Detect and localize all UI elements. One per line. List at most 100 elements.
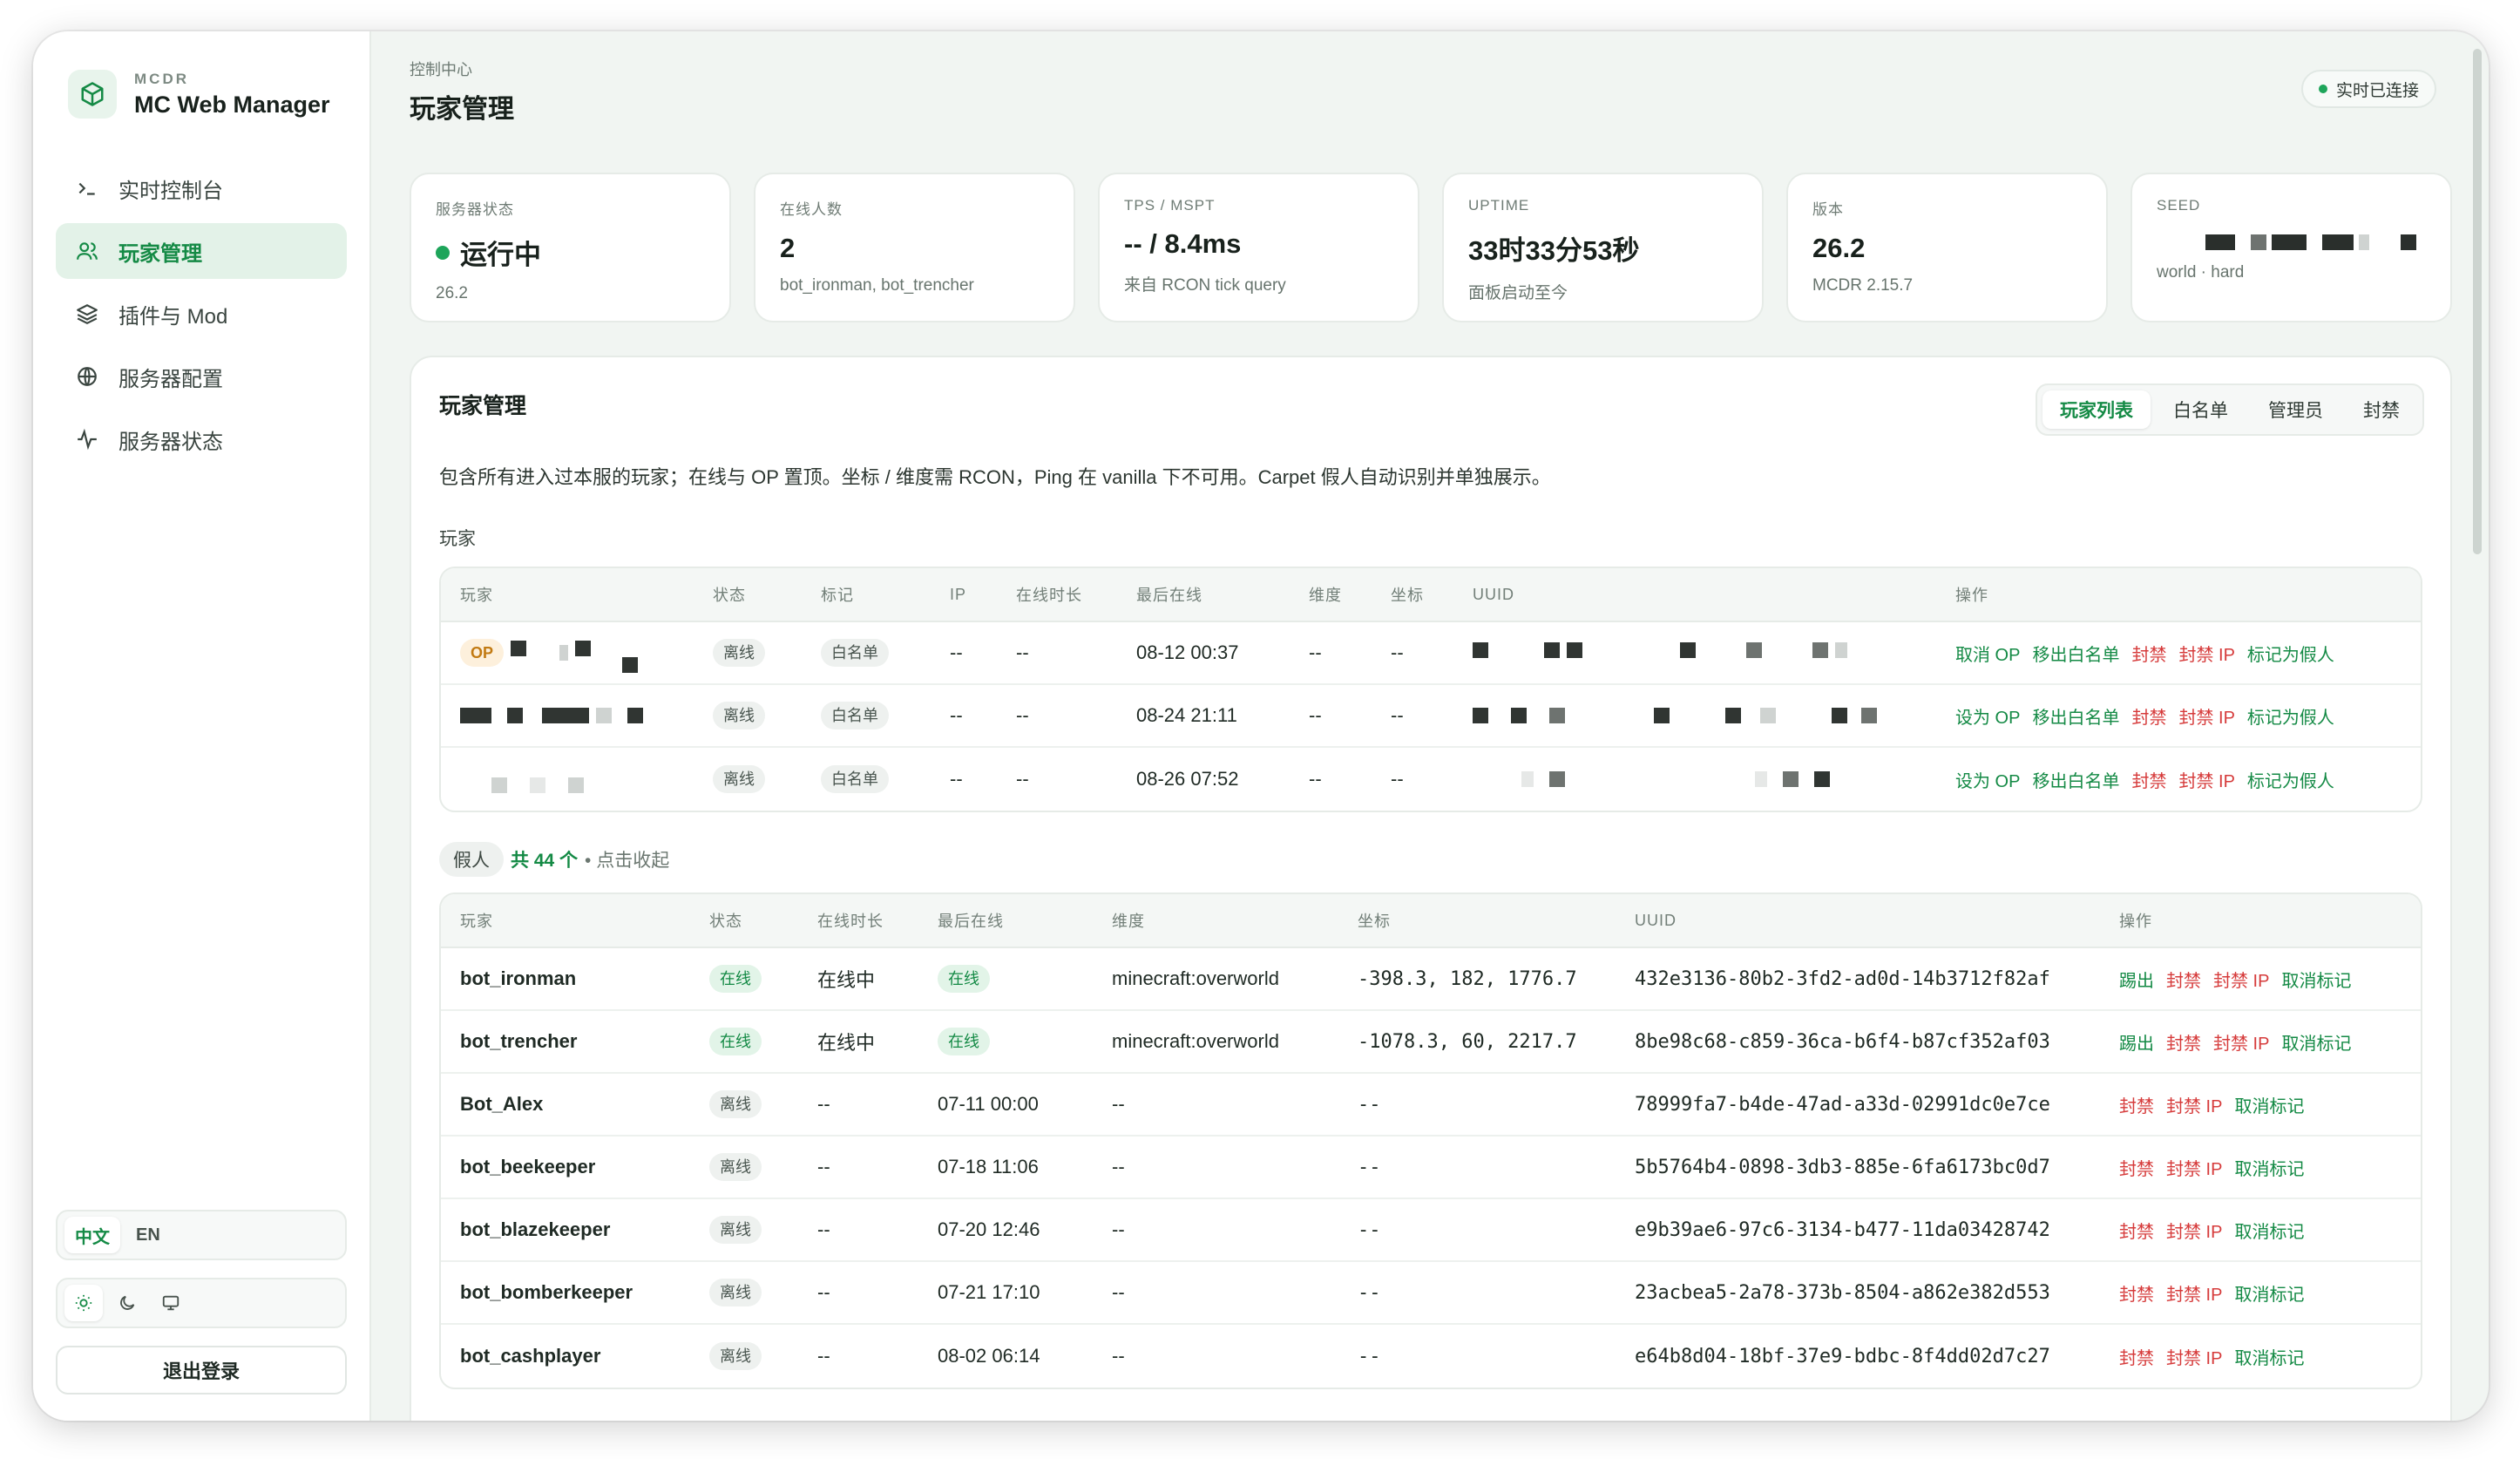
- unmark-button[interactable]: 取消标记: [2281, 972, 2351, 991]
- redacted-block: [1812, 642, 1828, 658]
- sidebar-item-plugins[interactable]: 插件与 Mod: [56, 286, 347, 342]
- ban-button[interactable]: 封禁: [2119, 1097, 2154, 1116]
- monitor-icon[interactable]: [152, 1285, 190, 1321]
- tab-whitelist[interactable]: 白名单: [2156, 390, 2246, 429]
- sidebar-item-players[interactable]: 玩家管理: [56, 223, 347, 279]
- moon-icon[interactable]: [108, 1285, 146, 1321]
- last-online-cell: 08-26 07:52: [1136, 768, 1239, 790]
- sidebar-item-config[interactable]: 服务器配置: [56, 349, 347, 404]
- redacted-block: [596, 708, 612, 723]
- logout-button[interactable]: 退出登录: [56, 1346, 347, 1395]
- tab-player-list[interactable]: 玩家列表: [2042, 390, 2151, 429]
- sidebar-item-console[interactable]: 实时控制台: [56, 160, 347, 216]
- redacted-block: [542, 708, 589, 723]
- connection-status-text: 实时已连接: [2335, 81, 2419, 100]
- ban-button[interactable]: 封禁: [2119, 1223, 2154, 1242]
- status-badge: 离线: [709, 1216, 762, 1244]
- ban-button[interactable]: 封禁: [2119, 1349, 2154, 1368]
- unmark-button[interactable]: 取消标记: [2234, 1349, 2304, 1368]
- tab-admins[interactable]: 管理员: [2251, 390, 2340, 429]
- scrollbar[interactable]: [2473, 49, 2482, 554]
- redacted-block: [622, 657, 639, 673]
- redacted-block: [1814, 771, 1830, 787]
- fake-players-toggle[interactable]: 假人 共 44 个 • 点击收起: [439, 842, 681, 877]
- column-header: 玩家: [441, 568, 694, 622]
- remove-whitelist-button[interactable]: 移出白名单: [2032, 772, 2119, 791]
- last-online-cell: 07-18 11:06: [918, 1137, 1093, 1199]
- unmark-button[interactable]: 取消标记: [2281, 1035, 2351, 1054]
- kick-button[interactable]: 踢出: [2119, 1035, 2154, 1054]
- ban-ip-button[interactable]: 封禁 IP: [2178, 772, 2234, 791]
- stat-sub: bot_ironman, bot_trencher: [780, 276, 974, 295]
- status-cell: 在线: [690, 948, 798, 1011]
- mark-fake-button[interactable]: 标记为假人: [2247, 709, 2334, 728]
- mark-fake-button[interactable]: 标记为假人: [2247, 646, 2334, 665]
- redacted-block: [1549, 708, 1565, 723]
- ban-ip-button[interactable]: 封禁 IP: [2166, 1286, 2222, 1305]
- ban-ip-button[interactable]: 封禁 IP: [2166, 1160, 2222, 1179]
- column-header: 最后在线: [918, 894, 1093, 948]
- sun-icon[interactable]: [64, 1285, 103, 1321]
- lang-zh-button[interactable]: 中文: [64, 1217, 120, 1253]
- remove-whitelist-button[interactable]: 移出白名单: [2032, 646, 2119, 665]
- seed-redacted: [2157, 234, 2426, 251]
- uuid-cell: 5b5764b4-0898-3db3-885e-6fa6173bc0d7: [1616, 1137, 2100, 1199]
- ban-ip-button[interactable]: 封禁 IP: [2178, 709, 2234, 728]
- cube-icon: [68, 70, 117, 119]
- coord-cell: --: [1372, 622, 1453, 685]
- ban-button[interactable]: 封禁: [2166, 972, 2201, 991]
- sidebar-item-status[interactable]: 服务器状态: [56, 411, 347, 467]
- mark-cell: 白名单: [802, 685, 931, 748]
- fake-players-body: bot_ironman 在线 在线中 在线 minecraft:overworld -39…: [441, 948, 2421, 1388]
- uuid-redacted: [1473, 771, 1936, 787]
- ban-ip-button[interactable]: 封禁 IP: [2166, 1097, 2222, 1116]
- ban-button[interactable]: 封禁: [2119, 1160, 2154, 1179]
- last-online-cell: 08-12 00:37: [1117, 622, 1290, 685]
- unmark-button[interactable]: 取消标记: [2234, 1223, 2304, 1242]
- unmark-button[interactable]: 取消标记: [2234, 1160, 2304, 1179]
- table-row: 离线 白名单 -- -- 08-24 21:11 -- -- 设为 OP 移出白…: [441, 685, 2421, 748]
- stat-card-status: 服务器状态 运行中 26.2: [410, 173, 731, 322]
- mark-fake-button[interactable]: 标记为假人: [2247, 772, 2334, 791]
- unmark-button[interactable]: 取消标记: [2234, 1286, 2304, 1305]
- ban-ip-button[interactable]: 封禁 IP: [2213, 1035, 2269, 1054]
- op-button[interactable]: 设为 OP: [1955, 709, 2020, 728]
- remove-whitelist-button[interactable]: 移出白名单: [2032, 709, 2119, 728]
- column-header: 在线时长: [798, 894, 918, 948]
- uuid-cell: [1453, 748, 1936, 811]
- player-name-cell: bot_beekeeper: [441, 1137, 690, 1199]
- uuid-cell: [1453, 622, 1936, 685]
- tab-bans[interactable]: 封禁: [2346, 390, 2417, 429]
- status-cell: 离线: [694, 622, 802, 685]
- ban-ip-button[interactable]: 封禁 IP: [2213, 972, 2269, 991]
- ban-button[interactable]: 封禁: [2131, 772, 2166, 791]
- deop-button[interactable]: 取消 OP: [1955, 646, 2020, 665]
- activity-icon: [75, 427, 99, 451]
- unmark-button[interactable]: 取消标记: [2234, 1097, 2304, 1116]
- players-section-label: 玩家: [439, 529, 476, 549]
- column-header: 维度: [1093, 894, 1338, 948]
- redacted-block: [568, 777, 584, 793]
- coord-cell: --: [1358, 1345, 1381, 1367]
- brand-title: MC Web Manager: [134, 91, 330, 118]
- main-content: 控制中心 玩家管理 实时已连接 服务器状态 运行中 26.2 在线人数 2 bo…: [371, 31, 2489, 1421]
- ban-button[interactable]: 封禁: [2131, 646, 2166, 665]
- dimension-cell: minecraft:overworld: [1093, 1011, 1338, 1074]
- lang-en-button[interactable]: EN: [125, 1217, 171, 1253]
- ban-button[interactable]: 封禁: [2131, 709, 2166, 728]
- ban-ip-button[interactable]: 封禁 IP: [2166, 1349, 2222, 1368]
- status-badge: 离线: [709, 1279, 762, 1306]
- ban-ip-button[interactable]: 封禁 IP: [2166, 1223, 2222, 1242]
- redacted-block: [575, 641, 592, 656]
- whitelist-badge: 白名单: [821, 639, 889, 667]
- coord-cell: --: [1338, 1199, 1616, 1262]
- column-header: 操作: [2100, 894, 2421, 948]
- ban-button[interactable]: 封禁: [2166, 1035, 2201, 1054]
- redacted-block: [1861, 708, 1877, 723]
- op-button[interactable]: 设为 OP: [1955, 772, 2020, 791]
- kick-button[interactable]: 踢出: [2119, 972, 2154, 991]
- ban-ip-button[interactable]: 封禁 IP: [2178, 646, 2234, 665]
- ban-button[interactable]: 封禁: [2119, 1286, 2154, 1305]
- last-online-cell: 在线: [918, 1011, 1093, 1074]
- redacted-block: [2205, 234, 2235, 250]
